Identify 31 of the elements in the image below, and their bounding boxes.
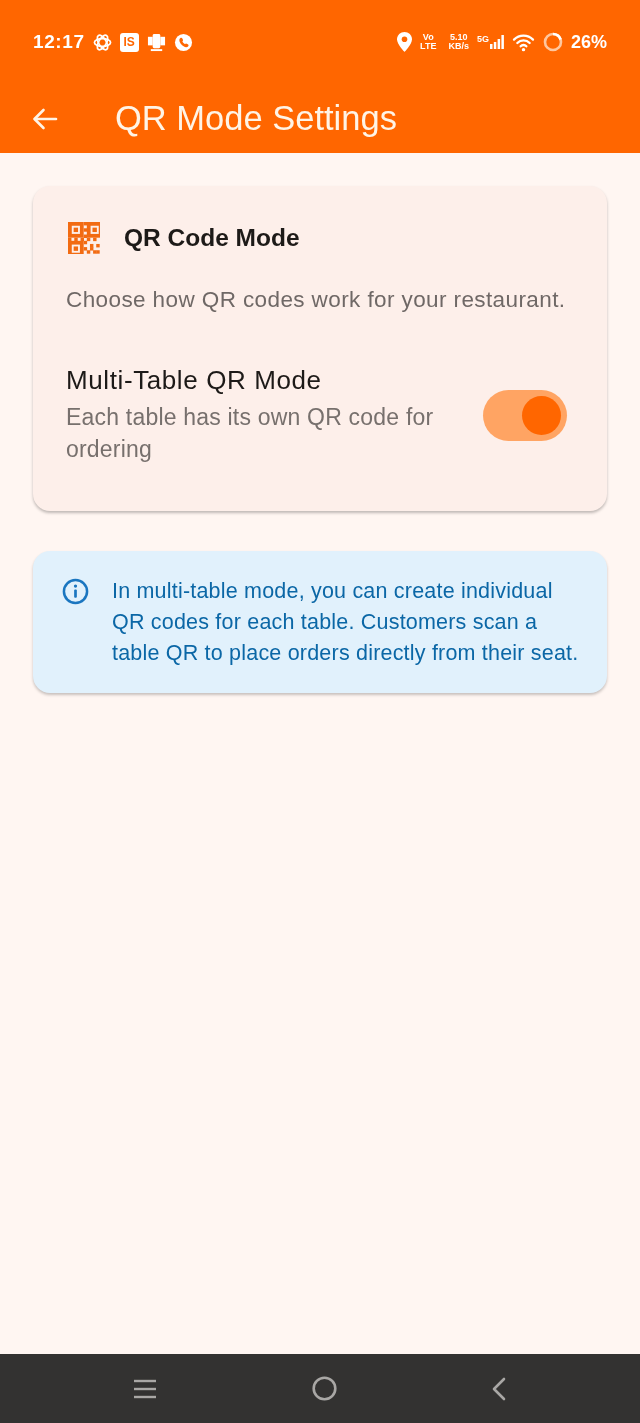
back-arrow-icon bbox=[32, 107, 58, 130]
wifi-icon bbox=[511, 32, 535, 52]
qr-code-icon bbox=[68, 222, 100, 254]
speed-value: 5.10 bbox=[449, 32, 468, 42]
device-icon bbox=[146, 32, 166, 52]
network-type: 5G bbox=[476, 35, 489, 44]
setting-title: Multi-Table QR Mode bbox=[66, 365, 323, 396]
speed-unit: KB/s bbox=[448, 42, 469, 52]
chevron-left-icon bbox=[491, 1376, 507, 1401]
back-nav-button[interactable] bbox=[491, 1376, 507, 1401]
page-title: QR Mode Settings bbox=[115, 97, 397, 139]
ring-icon bbox=[542, 32, 563, 52]
clock-time: 12:17 bbox=[33, 29, 85, 54]
volte-label: Vo bbox=[422, 32, 434, 42]
info-message: In multi-table mode, you can create individual QR codes for each table. Customers scan a table QR to place orders directly from their seat. bbox=[112, 578, 580, 667]
lte-label: LTE bbox=[420, 42, 437, 52]
battery-percent: 26% bbox=[570, 30, 607, 54]
home-button[interactable] bbox=[311, 1376, 337, 1401]
info-icon bbox=[62, 578, 89, 605]
atom-icon bbox=[92, 32, 112, 52]
app-badge: IS bbox=[119, 32, 139, 52]
location-pin-icon bbox=[397, 32, 413, 52]
card-title: QR Code Mode bbox=[124, 223, 300, 253]
card-description: Choose how QR codes work for your restaurant. bbox=[66, 286, 567, 314]
phone-call-icon bbox=[173, 32, 193, 52]
signal-bars-icon bbox=[489, 35, 504, 49]
setting-description: Each table has its own QR code for ordering bbox=[66, 403, 435, 464]
menu-icon bbox=[133, 1378, 157, 1399]
home-circle-icon bbox=[311, 1376, 337, 1401]
toggle-switch[interactable] bbox=[483, 389, 567, 441]
menu-button[interactable] bbox=[133, 1378, 157, 1399]
